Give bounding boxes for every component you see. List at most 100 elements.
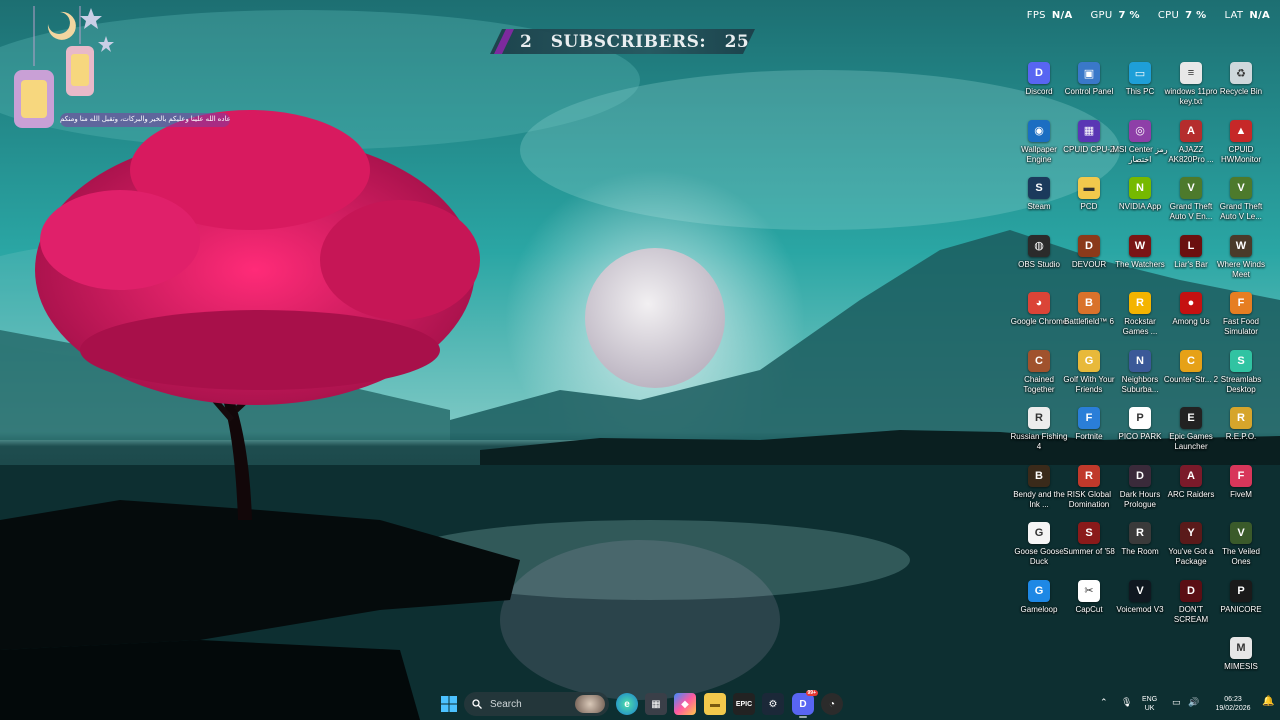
subscriber-index: 2 — [520, 32, 533, 52]
desktop-icon[interactable]: P PANICORE — [1215, 579, 1267, 636]
desktop-icon[interactable]: B Bendy and the Ink ... — [1013, 464, 1065, 521]
desktop-icon-label: CPUID HWMonitor — [1220, 144, 1261, 164]
start-button[interactable] — [438, 693, 460, 715]
desktop-icon[interactable]: R Russian Fishing 4 — [1011, 407, 1067, 463]
desktop-icon[interactable]: F Fortnite — [1063, 407, 1115, 463]
desktop-icon[interactable]: W Where Winds Meet — [1215, 234, 1267, 291]
desktop-icon[interactable]: S Summer of '58 — [1063, 522, 1115, 578]
notification-bell-icon[interactable]: 🔔 — [1262, 697, 1274, 707]
discord-icon[interactable]: D 99+ — [792, 690, 818, 715]
desktop-icon-label: DEVOUR — [1071, 259, 1107, 269]
desktop-icon[interactable]: ◉ Wallpaper Engine — [1013, 119, 1065, 176]
desktop-icon[interactable]: V Grand Theft Auto V Le... — [1215, 177, 1267, 233]
desktop-icon[interactable]: ▭ This PC — [1114, 62, 1166, 118]
desktop-icon[interactable]: S Steam — [1013, 177, 1065, 233]
desktop-icon[interactable]: Y You've Got a Package — [1165, 522, 1217, 578]
desktop-icon[interactable]: D Discord — [1013, 62, 1065, 118]
fps-stat: FPS N/A — [1026, 10, 1073, 21]
desktop-icon[interactable]: F Fast Food Simulator — [1215, 292, 1267, 348]
app-icon: V — [1230, 177, 1252, 199]
desktop-icon[interactable]: E Epic Games Launcher — [1165, 407, 1217, 463]
desktop-icon[interactable]: V Grand Theft Auto V En... — [1165, 177, 1217, 233]
desktop-icon-label: PCD — [1080, 202, 1098, 211]
desktop-icon[interactable]: S Streamlabs Desktop — [1215, 349, 1267, 406]
desktop-icon[interactable]: C Chained Together — [1013, 349, 1065, 406]
app-icon: M — [1230, 637, 1252, 659]
desktop-icon[interactable]: C Counter-Str... 2 — [1164, 349, 1218, 406]
desktop-icon[interactable]: N Neighbors Suburba... — [1114, 349, 1166, 406]
desktop-icon-label: Control Panel — [1064, 87, 1114, 96]
chevron-up-icon[interactable]: ⌃ — [1100, 698, 1108, 707]
chrome-dev-icon[interactable]: ◔ — [821, 693, 843, 715]
copilot-icon[interactable]: ◆ — [674, 693, 696, 715]
desktop-icon-label: PICO PARK — [1118, 432, 1162, 441]
app-icon: ▦ — [1078, 119, 1100, 142]
desktop-icon-label: Battlefield™ 6 — [1064, 317, 1114, 326]
desktop-icon[interactable]: D Dark Hours Prologue — [1114, 464, 1166, 521]
desktop-icon[interactable]: ▦ CPUID CPU-Z — [1063, 119, 1115, 176]
desktop-icon[interactable]: ◕ Google Chrome — [1011, 292, 1067, 348]
subscriber-count: 25 — [724, 32, 750, 52]
desktop-icon-label: Fast Food Simulator — [1222, 317, 1259, 336]
desktop-icon[interactable]: ◍ OBS Studio — [1013, 234, 1065, 291]
desktop-icon[interactable]: A ARC Raiders — [1165, 464, 1217, 521]
desktop-icon[interactable]: N NVIDIA App — [1114, 177, 1166, 233]
app-icon: D — [1129, 464, 1151, 487]
desktop-icon-label: The Veiled Ones — [1222, 547, 1260, 566]
desktop-icon[interactable]: R The Room — [1114, 522, 1166, 578]
desktop-icon[interactable]: L Liar's Bar — [1165, 234, 1217, 291]
clock[interactable]: 06:23 19/02/2026 — [1208, 695, 1258, 713]
desktop-icon[interactable]: A AJAZZ AK820Pro ... — [1165, 119, 1217, 176]
desktop-icon[interactable]: ▬ PCD — [1063, 177, 1115, 233]
desktop-icon[interactable]: R Rockstar Games ... — [1114, 292, 1166, 348]
desktop-icon-label: R.E.P.O. — [1225, 432, 1257, 441]
app-icon: R — [1028, 407, 1050, 429]
desktop-icon-label: Grand Theft Auto V Le... — [1219, 202, 1263, 221]
store-icon[interactable]: ▦ — [645, 693, 667, 715]
subscriber-counter: 2 SUBSCRIBERS: 25 — [490, 29, 755, 54]
app-icon: N — [1129, 177, 1151, 199]
file-explorer-icon[interactable]: ▬ — [704, 693, 726, 715]
settings-icon[interactable]: ⚙ — [762, 693, 784, 715]
volume-icon[interactable]: 🔊 — [1188, 698, 1199, 707]
desktop-icon[interactable]: ◎ MSI Center رمز اختصار — [1112, 119, 1168, 176]
network-icon[interactable]: ▭ — [1172, 698, 1181, 707]
desktop-icon[interactable]: ▣ Control Panel — [1063, 62, 1115, 118]
desktop-icon[interactable]: ● Among Us — [1165, 292, 1217, 348]
desktop-icon[interactable]: ≡ windows 11pro key.txt — [1165, 62, 1217, 118]
desktop-icon-label: Golf With Your Friends — [1063, 374, 1115, 394]
desktop-icon[interactable]: G Gameloop — [1013, 579, 1065, 636]
epic-games-icon[interactable]: EPIC — [733, 693, 755, 715]
desktop-icon[interactable]: ♻ Recycle Bin — [1215, 62, 1267, 118]
desktop-icon-label: PANICORE — [1220, 604, 1262, 614]
desktop-icon[interactable]: R R.E.P.O. — [1215, 407, 1267, 463]
desktop-icon-label: Fortnite — [1075, 432, 1103, 441]
desktop-icon[interactable]: V The Veiled Ones — [1215, 522, 1267, 578]
cpu-stat: CPU 7 % — [1157, 10, 1207, 21]
taskbar-search-box[interactable]: Search — [464, 692, 609, 716]
app-icon: S — [1078, 522, 1100, 544]
desktop-icon[interactable]: P PICO PARK — [1114, 407, 1166, 463]
app-icon: A — [1180, 464, 1202, 487]
desktop-icon[interactable]: W The Watchers — [1114, 234, 1166, 291]
desktop-icon[interactable]: B Battlefield™ 6 — [1063, 292, 1115, 348]
app-icon: G — [1078, 349, 1100, 372]
edge-icon[interactable]: e — [616, 693, 638, 715]
desktop-icon[interactable]: R RISK Global Domination — [1063, 464, 1115, 521]
language-indicator[interactable]: ENG UK — [1142, 695, 1157, 713]
desktop-icon[interactable]: V Voicemod V3 — [1114, 579, 1166, 636]
desktop-icon[interactable]: G Golf With Your Friends — [1063, 349, 1115, 406]
desktop-icon-label: NVIDIA App — [1118, 202, 1162, 211]
desktop-icon-label: Neighbors Suburba... — [1121, 374, 1159, 394]
desktop-icon[interactable]: G Goose Goose Duck — [1013, 522, 1065, 578]
desktop-icon[interactable]: D DEVOUR — [1063, 234, 1115, 291]
app-icon: D — [1180, 579, 1202, 602]
desktop-icon[interactable]: ▲ CPUID HWMonitor — [1215, 119, 1267, 176]
microphone-icon[interactable]: 🎙 — [1121, 698, 1132, 707]
desktop-icon-label: Summer of '58 — [1063, 547, 1115, 556]
desktop-icon[interactable]: D DON'T SCREAM — [1165, 579, 1217, 636]
subscriber-label: SUBSCRIBERS: — [550, 32, 707, 52]
desktop-icon[interactable]: F FiveM — [1215, 464, 1267, 521]
desktop-icon[interactable]: ✂ CapCut — [1063, 579, 1115, 636]
desktop-icon[interactable]: M MIMESIS — [1215, 637, 1267, 693]
